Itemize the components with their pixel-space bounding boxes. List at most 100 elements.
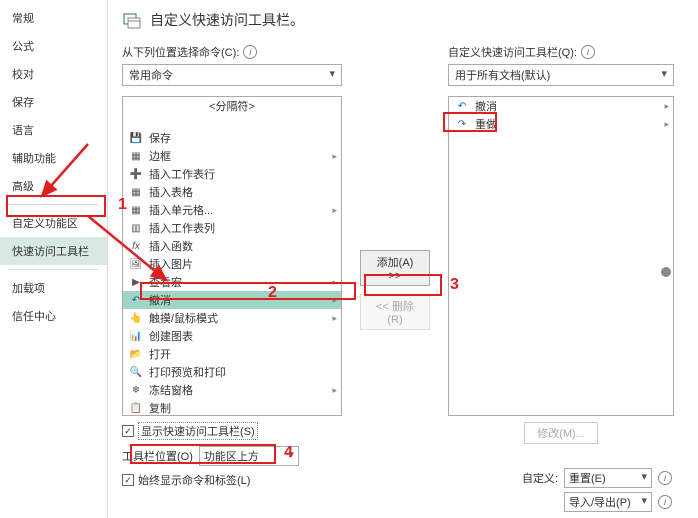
list-item-label: 触摸/鼠标模式	[149, 310, 218, 326]
sidebar-item-trust[interactable]: 信任中心	[0, 302, 107, 330]
info-icon[interactable]: i	[658, 495, 672, 509]
info-icon[interactable]: i	[581, 45, 595, 59]
add-button[interactable]: 添加(A) >>	[360, 250, 430, 286]
sidebar-item-label: 公式	[12, 41, 34, 53]
table-icon: ▦	[129, 185, 143, 199]
chevron-right-icon: ▸	[332, 277, 337, 288]
reset-label: 自定义:	[522, 470, 558, 486]
list-item-label: 插入图片	[149, 256, 193, 272]
sidebar-item-label: 自定义功能区	[12, 218, 78, 230]
sidebar-item-language[interactable]: 语言	[0, 116, 107, 144]
sidebar-divider	[8, 204, 99, 205]
list-item-border[interactable]: ▦边框▸	[123, 147, 341, 165]
open-icon: 📂	[129, 347, 143, 361]
sidebar-item-label: 辅助功能	[12, 153, 56, 165]
qat-label: 自定义快速访问工具栏(Q): i	[448, 44, 674, 60]
chevron-right-icon: ▸	[332, 313, 337, 324]
save-icon: 💾	[129, 131, 143, 145]
sidebar-item-qat[interactable]: 快速访问工具栏	[0, 237, 107, 265]
list-item-insert-cells[interactable]: ▦插入单元格...▸	[123, 201, 341, 219]
list-item-freeze[interactable]: ❄ 冻结窗格 ▸	[123, 381, 341, 399]
qat-item-undo[interactable]: ↶撤消▸	[449, 97, 673, 115]
commands-column: 从下列位置选择命令(C): i 常用命令 <分隔符> 💾保存 ▦边框▸ ➕ 插入工…	[122, 44, 342, 488]
list-item-preview[interactable]: 🔍打印预览和打印	[123, 363, 341, 381]
chevron-right-icon: ▸	[332, 385, 337, 396]
list-item-undo[interactable]: ↶ 撤消 ▸	[123, 291, 341, 309]
toolbar-position-row: 工具栏位置(O) 功能区上方	[122, 446, 342, 466]
commands-dropdown[interactable]: 常用命令	[122, 64, 342, 86]
choose-commands-label: 从下列位置选择命令(C): i	[122, 44, 342, 60]
freeze-icon: ❄	[129, 383, 143, 397]
qat-listbox[interactable]: ↶撤消▸ ↷ 重做 ▸	[448, 96, 674, 416]
list-item-label: 创建图表	[149, 328, 193, 344]
sidebar-item-general[interactable]: 常规	[0, 4, 107, 32]
toolbar-position-label: 工具栏位置(O)	[122, 448, 193, 464]
sidebar-item-label: 信任中心	[12, 311, 56, 323]
add-button-label: 添加(A) >>	[377, 257, 414, 282]
undo-icon: ↶	[129, 293, 143, 307]
list-item-insert-col[interactable]: ▥插入工作表列	[123, 219, 341, 237]
list-item-label: 冻结窗格	[149, 382, 193, 398]
qat-dropdown[interactable]: 用于所有文档(默认)	[448, 64, 674, 86]
insert-row-icon: ➕	[129, 167, 143, 181]
show-qat-checkbox[interactable]: ✓	[122, 425, 134, 437]
fx-icon: fx	[129, 239, 143, 253]
list-item-label: 插入函数	[149, 238, 193, 254]
list-item-macro[interactable]: ▶查看宏▸	[123, 273, 341, 291]
chevron-right-icon: ▸	[332, 295, 337, 306]
list-item-insert-row[interactable]: ➕ 插入工作表行	[123, 165, 341, 183]
undo-icon: ↶	[455, 99, 469, 113]
sidebar-item-accessibility[interactable]: 辅助功能	[0, 144, 107, 172]
list-item-separator[interactable]: <分隔符>	[123, 97, 341, 115]
list-item-label: 查看宏	[149, 274, 182, 290]
list-item-label: 插入工作表行	[149, 166, 215, 182]
sidebar-item-formulas[interactable]: 公式	[0, 32, 107, 60]
list-item-chart[interactable]: 📊创建图表	[123, 327, 341, 345]
sidebar-item-label: 高级	[12, 181, 34, 193]
info-icon[interactable]: i	[658, 471, 672, 485]
sidebar-item-advanced[interactable]: 高级	[0, 172, 107, 200]
list-item-insert-fx[interactable]: fx 插入函数	[123, 237, 341, 255]
list-item-open[interactable]: 📂打开	[123, 345, 341, 363]
list-item-copy[interactable]: 📋 复制	[123, 399, 341, 416]
chevron-right-icon: ▸	[332, 151, 337, 162]
sidebar-item-label: 加载项	[12, 283, 45, 295]
main-panel: 自定义快速访问工具栏。 从下列位置选择命令(C): i 常用命令 <分隔符> 💾…	[108, 0, 698, 518]
always-show-checkbox[interactable]: ✓	[122, 474, 134, 486]
import-export-dropdown[interactable]: 导入/导出(P)	[564, 492, 652, 512]
always-show-row: ✓ 始终显示命令和标签(L)	[122, 472, 342, 488]
remove-button-label: << 删除(R)	[376, 301, 414, 326]
sidebar-item-label: 校对	[12, 69, 34, 81]
always-show-label: 始终显示命令和标签(L)	[138, 472, 250, 488]
toolbar-position-dropdown[interactable]: 功能区上方	[199, 446, 299, 466]
chevron-right-icon: ▸	[664, 119, 669, 130]
list-item-touch[interactable]: 👆 触摸/鼠标模式 ▸	[123, 309, 341, 327]
remove-button[interactable]: << 删除(R)	[360, 294, 430, 330]
reset-dropdown[interactable]: 重置(E)	[564, 468, 652, 488]
list-item-save[interactable]: 💾保存	[123, 129, 341, 147]
qat-dropdown-value: 用于所有文档(默认)	[455, 70, 550, 82]
qat-icon	[122, 10, 142, 30]
list-item-label: 插入表格	[149, 184, 193, 200]
list-item-label: 撤消	[149, 292, 171, 308]
redo-icon: ↷	[455, 117, 469, 131]
commands-listbox[interactable]: <分隔符> 💾保存 ▦边框▸ ➕插入工作表行 ▦插入表格 ▦插入单元格...▸ …	[122, 96, 342, 416]
copy-icon: 📋	[129, 401, 143, 415]
qat-item-redo[interactable]: ↷ 重做 ▸	[449, 115, 673, 133]
list-item-insert-table[interactable]: ▦ 插入表格	[123, 183, 341, 201]
sidebar-item-label: 语言	[12, 125, 34, 137]
modify-button[interactable]: 修改(M)...	[524, 422, 598, 444]
border-icon: ▦	[129, 149, 143, 163]
scrollbar-thumb[interactable]	[661, 267, 671, 277]
sidebar-item-customize-ribbon[interactable]: 自定义功能区	[0, 209, 107, 237]
touch-icon: 👆	[129, 311, 143, 325]
list-item-label: 插入单元格...	[149, 202, 213, 218]
list-item-label: 重做	[475, 116, 497, 132]
list-item-insert-pic[interactable]: 🖼插入图片	[123, 255, 341, 273]
sidebar-item-label: 快速访问工具栏	[12, 246, 89, 258]
sidebar-item-proofing[interactable]: 校对	[0, 60, 107, 88]
info-icon[interactable]: i	[243, 45, 257, 59]
sidebar-item-addins[interactable]: 加载项	[0, 274, 107, 302]
list-item-label: 复制	[149, 400, 171, 416]
sidebar-item-save[interactable]: 保存	[0, 88, 107, 116]
